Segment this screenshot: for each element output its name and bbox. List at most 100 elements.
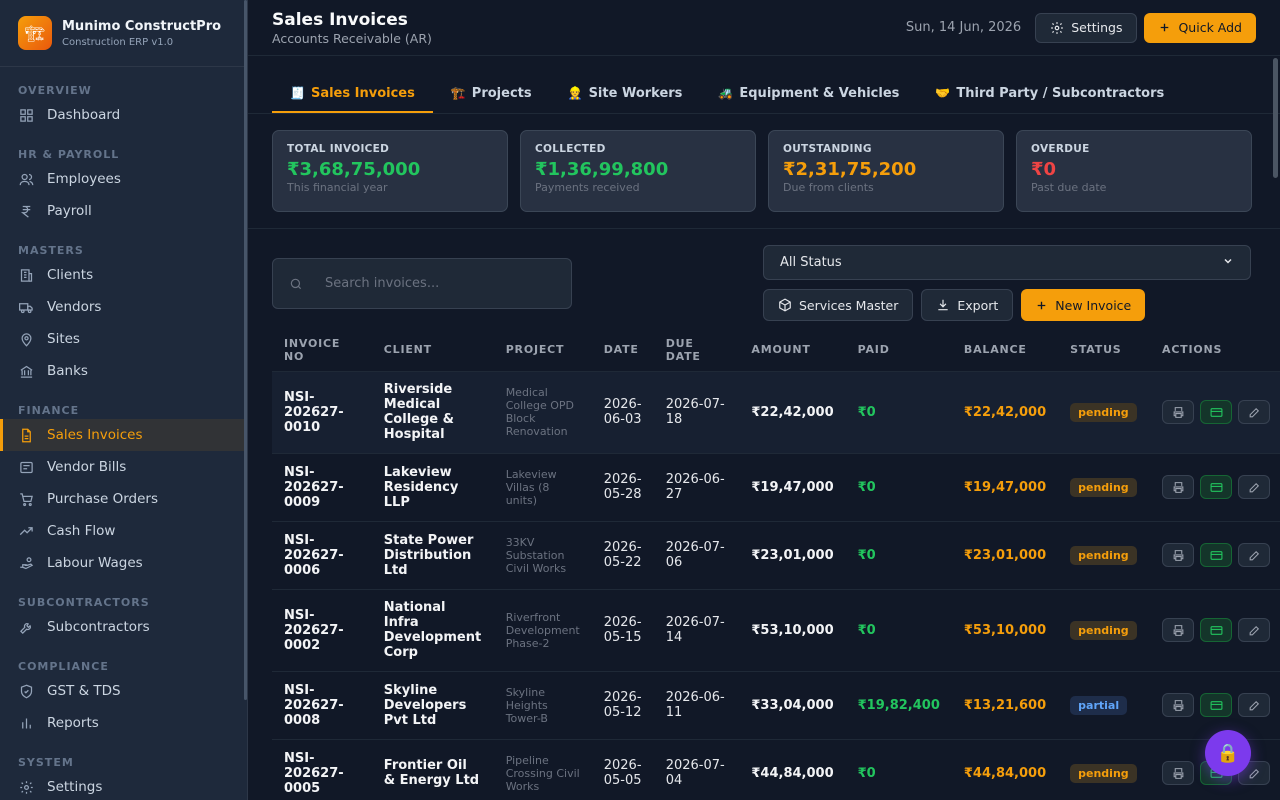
edit-button[interactable]: [1238, 693, 1270, 717]
actions-cell: [1150, 453, 1280, 522]
record-payment-button[interactable]: [1200, 400, 1232, 424]
quick-add-button[interactable]: Quick Add: [1144, 12, 1256, 43]
sidebar-item-settings[interactable]: Settings: [0, 771, 247, 800]
sidebar-item-reports[interactable]: Reports: [0, 707, 247, 739]
sidebar-item-clients[interactable]: Clients: [0, 259, 247, 291]
status-filter-value: All Status: [780, 255, 842, 270]
table-row[interactable]: NSI-202627-0006 State Power Distribution …: [272, 521, 1280, 590]
printer-icon: [1172, 699, 1185, 712]
quick-add-label: Quick Add: [1178, 20, 1242, 35]
export-button[interactable]: Export: [921, 289, 1014, 321]
plus-icon: [1158, 21, 1171, 34]
date-cell: 2026-05-05: [591, 739, 654, 800]
paid-cell: ₹0: [845, 453, 952, 522]
tab-sales-invoices[interactable]: 🧾 Sales Invoices: [272, 75, 433, 113]
credit-card-icon: [1210, 481, 1223, 494]
sidebar-item-vendors[interactable]: Vendors: [0, 291, 247, 323]
date-cell: 2026-05-12: [591, 671, 654, 740]
print-button[interactable]: [1162, 693, 1194, 717]
invoice-table: INVOICE NO CLIENT PROJECT DATE DUE DATE AMOUN…: [272, 329, 1280, 800]
sidebar-item-labour-wages[interactable]: Labour Wages: [0, 547, 247, 579]
table-row[interactable]: NSI-202627-0008 Skyline Developers Pvt Lt…: [272, 671, 1280, 740]
client-cell: Riverside Medical College & Hospital: [371, 371, 494, 454]
tab-label: Projects: [471, 85, 532, 101]
edit-button[interactable]: [1238, 475, 1270, 499]
chevron-down-icon: [1222, 255, 1234, 271]
column-header-status: STATUS: [1058, 329, 1150, 372]
stat-card-overdue: OVERDUE ₹0 Past due date: [1016, 130, 1252, 212]
edit-button[interactable]: [1238, 618, 1270, 642]
sidebar-item-label: Clients: [47, 267, 94, 283]
paid-cell: ₹19,82,400: [845, 671, 952, 740]
record-payment-button[interactable]: [1200, 618, 1232, 642]
sidebar-item-purchase-orders[interactable]: Purchase Orders: [0, 483, 247, 515]
status-badge: pending: [1070, 477, 1137, 497]
print-button[interactable]: [1162, 761, 1194, 785]
stat-subtext: Past due date: [1031, 181, 1107, 194]
printer-icon: [1172, 624, 1185, 637]
tab-emoji-icon: 🚜: [718, 86, 734, 100]
table-row[interactable]: NSI-202627-0002 National Infra Developmen…: [272, 589, 1280, 672]
brand-logo-icon: 🏗: [18, 16, 52, 50]
sidebar-item-banks[interactable]: Banks: [0, 355, 247, 387]
sidebar-item-employees[interactable]: Employees: [0, 163, 247, 195]
status-filter-select[interactable]: All Status: [763, 245, 1251, 280]
project-cell: 33KV Substation Civil Works: [493, 521, 592, 590]
sidebar-item-sites[interactable]: Sites: [0, 323, 247, 355]
client-cell: State Power Distribution Ltd: [371, 521, 494, 590]
sidebar-item-payroll[interactable]: Payroll: [0, 195, 247, 227]
stat-card-collected: COLLECTED ₹1,36,99,800 Payments received: [520, 130, 756, 212]
sidebar-item-label: Vendors: [47, 299, 102, 315]
new-invoice-button[interactable]: New Invoice: [1021, 289, 1146, 321]
status-badge: pending: [1070, 620, 1137, 640]
tab-equipment-vehicles[interactable]: 🚜 Equipment & Vehicles: [700, 75, 917, 113]
edit-button[interactable]: [1238, 543, 1270, 567]
sidebar-item-cash-flow[interactable]: Cash Flow: [0, 515, 247, 547]
print-button[interactable]: [1162, 618, 1194, 642]
lock-icon: 🔒: [1216, 742, 1240, 764]
stat-label: OVERDUE: [1031, 143, 1090, 155]
record-payment-button[interactable]: [1200, 475, 1232, 499]
printer-icon: [1172, 767, 1185, 780]
lock-fab-button[interactable]: 🔒: [1205, 730, 1251, 776]
search-input[interactable]: [325, 276, 545, 291]
settings-button[interactable]: Settings: [1035, 12, 1138, 43]
content-scrollbar[interactable]: [1273, 58, 1278, 178]
print-button[interactable]: [1162, 543, 1194, 567]
tab-projects[interactable]: 🏗️ Projects: [433, 75, 550, 113]
search-box[interactable]: [272, 258, 572, 309]
sidebar-scrollbar[interactable]: [244, 0, 247, 700]
sidebar-item-vendor-bills[interactable]: Vendor Bills: [0, 451, 247, 483]
actions-cell: [1150, 589, 1280, 672]
sidebar-item-gst-tds[interactable]: GST & TDS: [0, 675, 247, 707]
invoice-no-cell: NSI-202627-0005: [272, 739, 372, 800]
stat-label: TOTAL INVOICED: [287, 143, 390, 155]
client-cell: National Infra Development Corp: [371, 589, 494, 672]
edit-button[interactable]: [1238, 400, 1270, 424]
record-payment-button[interactable]: [1200, 543, 1232, 567]
date-cell: 2026-05-28: [591, 453, 654, 522]
column-header-client: CLIENT: [371, 329, 494, 372]
credit-card-icon: [1210, 406, 1223, 419]
table-row[interactable]: NSI-202627-0010 Riverside Medical College…: [272, 371, 1280, 454]
amount-cell: ₹22,42,000: [739, 371, 846, 454]
sidebar-item-subcontractors[interactable]: Subcontractors: [0, 611, 247, 643]
paid-cell: ₹0: [845, 739, 952, 800]
dashboard-icon: [18, 107, 34, 123]
services-master-button[interactable]: Services Master: [763, 289, 914, 321]
sidebar-item-dashboard[interactable]: Dashboard: [0, 99, 247, 131]
sidebar-item-sales-invoices[interactable]: Sales Invoices: [0, 419, 247, 451]
stat-card-outstanding: OUTSTANDING ₹2,31,75,200 Due from clients: [768, 130, 1004, 212]
record-payment-button[interactable]: [1200, 693, 1232, 717]
tab-site-workers[interactable]: 👷 Site Workers: [550, 75, 701, 113]
stat-value: ₹0: [1031, 159, 1057, 180]
building-icon: [18, 267, 34, 283]
tab-emoji-icon: 👷: [567, 86, 583, 100]
table-row[interactable]: NSI-202627-0009 Lakeview Residency LLP Lak…: [272, 453, 1280, 522]
print-button[interactable]: [1162, 400, 1194, 424]
status-cell: partial: [1058, 671, 1150, 740]
tab-third-party-subcontractors[interactable]: 🤝 Third Party / Subcontractors: [917, 75, 1182, 113]
table-row[interactable]: NSI-202627-0005 Frontier Oil & Energy Ltd…: [272, 739, 1280, 800]
invoice-toolbar: All Status Services Master Export: [248, 229, 1280, 329]
print-button[interactable]: [1162, 475, 1194, 499]
